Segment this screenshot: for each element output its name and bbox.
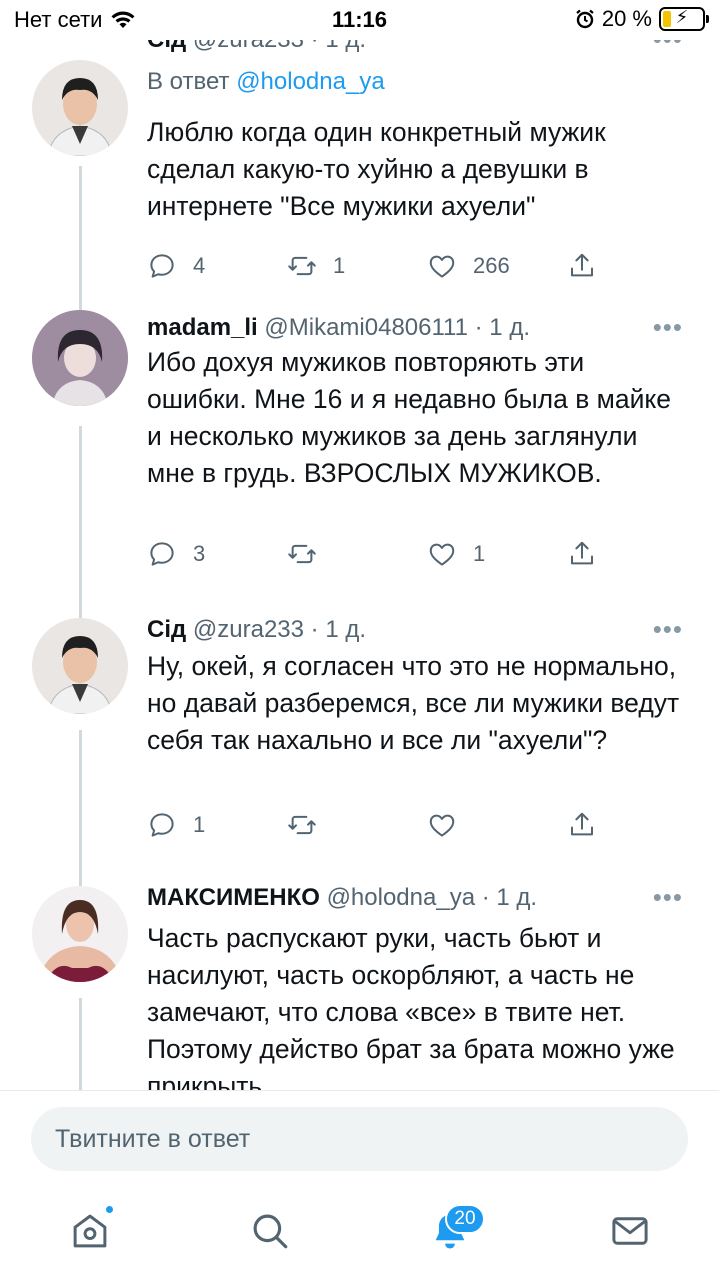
notifications-badge: 20 (445, 1204, 485, 1234)
author-meta: @Mikami04806111 · 1 д. (264, 314, 530, 341)
reply-input[interactable]: Твитните в ответ (31, 1107, 688, 1171)
reply-count: 1 (193, 812, 206, 837)
avatar[interactable] (32, 60, 128, 156)
share-button[interactable] (567, 251, 597, 281)
nav-search[interactable] (249, 1210, 291, 1252)
search-icon (253, 1214, 288, 1249)
author-meta: @zura233 · 1 д. (193, 40, 366, 53)
share-button[interactable] (567, 810, 597, 840)
more-options-icon[interactable]: ••• (653, 312, 683, 343)
avatar[interactable] (32, 886, 128, 982)
retweet-button[interactable] (287, 810, 317, 840)
status-bar: Нет сети 11:16 20 % ⚡ (0, 0, 719, 40)
author-name[interactable]: Сід (147, 40, 186, 53)
tweet-actions: 3 1 (147, 539, 607, 575)
retweet-count: 1 (333, 253, 346, 278)
more-options-icon[interactable]: ••• (653, 614, 683, 645)
new-content-dot (104, 1204, 115, 1215)
reply-icon (150, 542, 174, 566)
tweet-text: Ибо дохуя мужиков повторяють эти ошибки.… (147, 347, 672, 488)
like-count: 266 (473, 253, 510, 278)
home-icon (73, 1214, 107, 1248)
like-button[interactable]: 266 (427, 251, 510, 281)
alarm-icon (576, 9, 594, 29)
share-icon (571, 541, 593, 565)
thread-line (79, 998, 82, 1090)
reply-prefix: В ответ (147, 68, 230, 95)
reply-icon (150, 254, 174, 278)
share-button[interactable] (567, 539, 597, 569)
battery-icon: ⚡ (659, 7, 709, 31)
nav-home[interactable] (69, 1204, 115, 1252)
author-meta: @holodna_ya · 1 д. (326, 884, 538, 911)
tweet[interactable]: МАКСИМЕНКО @holodna_ya · 1 д. ••• Часть … (0, 878, 719, 1090)
like-button[interactable] (427, 810, 457, 840)
tweet-text: Ну, окей, я согласен что это не нормальн… (147, 651, 680, 755)
author-name[interactable]: madam_li (147, 314, 258, 341)
retweet-icon (288, 815, 316, 835)
retweet-button[interactable]: 1 (287, 251, 345, 281)
retweet-icon (288, 544, 316, 564)
author-meta: @zura233 · 1 д. (192, 616, 367, 643)
more-options-icon[interactable]: ••• (653, 882, 683, 913)
battery-percent: 20 % (601, 6, 652, 31)
nav-notifications[interactable]: 20 (429, 1204, 485, 1252)
thread-line (79, 730, 82, 890)
reply-button[interactable]: 1 (147, 810, 205, 840)
share-icon (571, 253, 593, 277)
bottom-nav: 20 (0, 1180, 719, 1280)
nav-messages[interactable] (609, 1210, 651, 1252)
tweet-actions: 1 (147, 810, 607, 846)
tweet[interactable]: Сід @zura233 · 1 д. ••• Ну, окей, я согл… (0, 610, 719, 890)
author-name[interactable]: Сід (147, 616, 186, 643)
retweet-icon (288, 256, 316, 276)
tweet-actions: 4 1 266 (147, 251, 607, 287)
conversation-thread[interactable]: Сід @zura233 · 1 д. ••• В ответ @holodna… (0, 40, 719, 1090)
thread-line (79, 166, 82, 326)
tweet[interactable]: Сід @zura233 · 1 д. ••• В ответ @holodna… (0, 40, 719, 326)
retweet-button[interactable] (287, 539, 333, 569)
reply-icon (150, 813, 174, 837)
reply-bar: Твитните в ответ (0, 1090, 719, 1180)
like-count: 1 (473, 541, 486, 566)
reply-handle-link[interactable]: @holodna_ya (236, 68, 384, 95)
tweet[interactable]: madam_li @Mikami04806111 · 1 д. ••• Ибо … (0, 304, 719, 626)
thread-line (79, 426, 82, 626)
more-options-icon[interactable]: ••• (653, 40, 683, 55)
author-name[interactable]: МАКСИМЕНКО (147, 884, 320, 911)
replying-to: В ответ @holodna_ya (147, 68, 385, 96)
reply-button[interactable]: 3 (147, 539, 205, 569)
like-button[interactable]: 1 (427, 539, 485, 569)
reply-button[interactable]: 4 (147, 251, 205, 281)
heart-icon (429, 255, 455, 278)
heart-icon (429, 814, 455, 837)
reply-count: 3 (193, 541, 206, 566)
battery-status: 20 % ⚡ (575, 6, 709, 32)
avatar[interactable] (32, 310, 128, 406)
tweet-text: Люблю когда один конкретный мужик сделал… (147, 117, 606, 221)
share-icon (571, 812, 593, 836)
tweet-text: Часть распускают руки, часть бьют и наси… (147, 923, 675, 1090)
messages-icon (612, 1217, 648, 1245)
heart-icon (429, 543, 455, 566)
avatar[interactable] (32, 618, 128, 714)
reply-count: 4 (193, 253, 206, 278)
